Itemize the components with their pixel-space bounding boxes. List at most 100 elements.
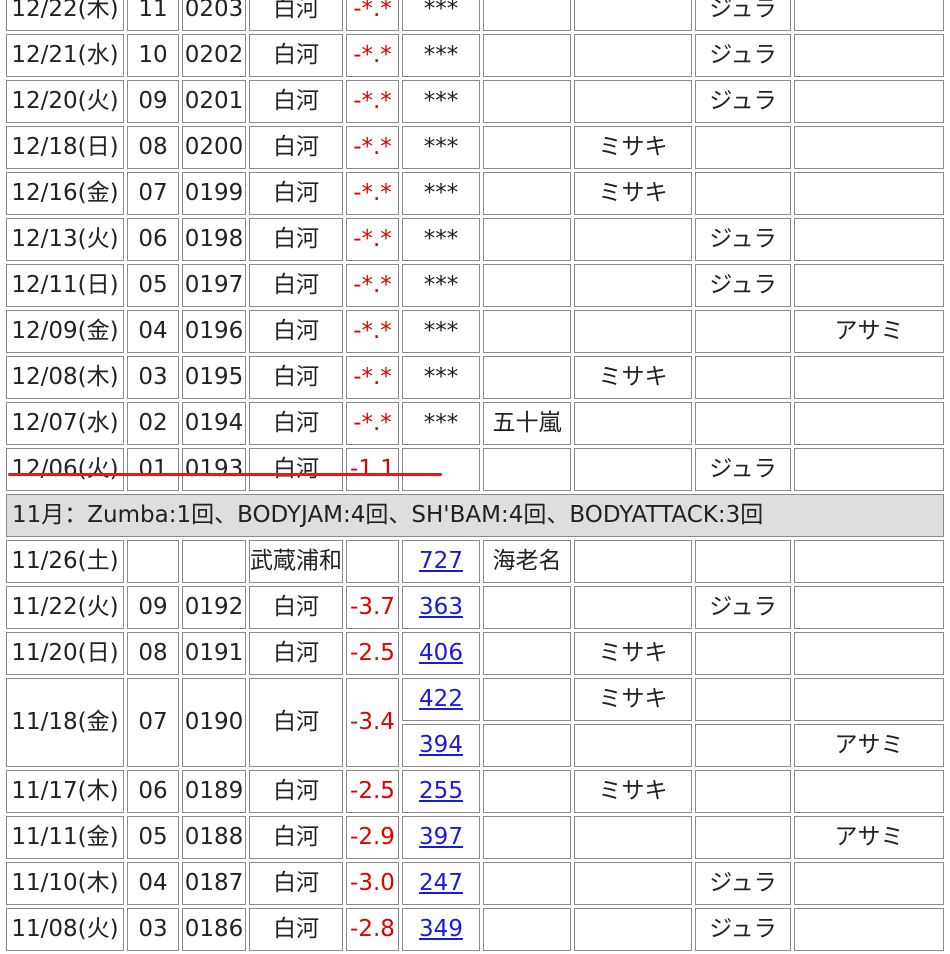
post-number-link[interactable]: 406 <box>419 640 463 666</box>
instructor-cell: アサミ <box>794 310 944 353</box>
lesson-count-cell: 06 <box>127 218 179 261</box>
instructor-cell <box>794 540 944 583</box>
instructor-cell <box>794 908 944 951</box>
location-cell: 白河 <box>249 310 343 353</box>
post-number-link[interactable]: 422 <box>419 686 463 712</box>
score-cell: -*.* <box>346 172 399 215</box>
post-link-cell[interactable]: 363 <box>402 586 480 629</box>
date-cell: 12/11(日) <box>6 264 124 307</box>
instructor-cell <box>574 310 692 353</box>
location-cell: 白河 <box>249 126 343 169</box>
lesson-count-cell: 02 <box>127 402 179 445</box>
date-cell: 12/13(火) <box>6 218 124 261</box>
score-cell: -*.* <box>346 310 399 353</box>
table-row: 12/22(木) 11 0203 白河 -*.* *** ジュラ <box>6 0 944 31</box>
score-cell: -*.* <box>346 80 399 123</box>
instructor-cell <box>695 770 791 813</box>
lesson-count-cell: 03 <box>127 356 179 399</box>
date-cell: 12/21(水) <box>6 34 124 77</box>
instructor-cell <box>483 126 571 169</box>
instructor-cell <box>483 678 571 721</box>
instructor-cell: 海老名 <box>483 540 571 583</box>
instructor-cell <box>794 402 944 445</box>
score-cell: -2.5 <box>346 770 399 813</box>
date-cell: 11/20(日) <box>6 632 124 675</box>
lesson-id-cell: 0187 <box>182 862 246 905</box>
instructor-cell <box>794 862 944 905</box>
instructor-cell: ミサキ <box>574 172 692 215</box>
instructor-cell <box>695 310 791 353</box>
score-cell: -*.* <box>346 126 399 169</box>
post-number-link[interactable]: 397 <box>419 824 463 850</box>
instructor-cell <box>483 172 571 215</box>
location-cell: 白河 <box>249 678 343 767</box>
instructor-cell: ジュラ <box>695 862 791 905</box>
table-row: 12/16(金) 07 0199 白河 -*.* *** ミサキ <box>6 172 944 215</box>
lesson-count-cell: 05 <box>127 816 179 859</box>
instructor-cell <box>695 540 791 583</box>
post-number-link[interactable]: 247 <box>419 870 463 896</box>
lesson-id-cell: 0194 <box>182 402 246 445</box>
stars-cell: *** <box>402 310 480 353</box>
location-cell: 白河 <box>249 862 343 905</box>
date-cell: 12/16(金) <box>6 172 124 215</box>
lesson-count-cell: 04 <box>127 310 179 353</box>
instructor-cell <box>483 770 571 813</box>
attendance-table: 12/22(木) 11 0203 白河 -*.* *** ジュラ 12/21(水… <box>3 0 947 954</box>
post-link-cell[interactable]: 422 <box>402 678 480 721</box>
location-cell: 白河 <box>249 402 343 445</box>
post-number-link[interactable]: 349 <box>419 916 463 942</box>
post-link-cell[interactable]: 255 <box>402 770 480 813</box>
date-cell: 11/10(木) <box>6 862 124 905</box>
date-cell: 12/07(水) <box>6 402 124 445</box>
post-link-cell[interactable]: 727 <box>402 540 480 583</box>
lesson-id-cell: 0197 <box>182 264 246 307</box>
instructor-cell <box>574 908 692 951</box>
stars-cell: *** <box>402 126 480 169</box>
post-number-link[interactable]: 255 <box>419 778 463 804</box>
post-number-link[interactable]: 394 <box>419 732 463 758</box>
post-number-link[interactable]: 363 <box>419 594 463 620</box>
instructor-cell <box>794 172 944 215</box>
instructor-cell <box>483 632 571 675</box>
instructor-cell <box>794 34 944 77</box>
date-cell: 12/18(日) <box>6 126 124 169</box>
month-summary-row: 11月：Zumba:1回、BODYJAM:4回、SH'BAM:4回、BODYAT… <box>6 494 944 537</box>
score-cell: -1.1 <box>346 448 399 491</box>
instructor-cell <box>574 402 692 445</box>
date-cell: 12/06(火) <box>6 448 124 491</box>
post-link-cell[interactable]: 394 <box>402 724 480 767</box>
instructor-cell <box>794 356 944 399</box>
table-row: 11/08(火) 03 0186 白河 -2.8 349 ジュラ <box>6 908 944 951</box>
lesson-id-cell: 0195 <box>182 356 246 399</box>
table-row: 11/10(木) 04 0187 白河 -3.0 247 ジュラ <box>6 862 944 905</box>
score-cell: -3.0 <box>346 862 399 905</box>
stars-cell: *** <box>402 80 480 123</box>
instructor-cell <box>483 908 571 951</box>
instructor-cell <box>695 632 791 675</box>
post-link-cell[interactable]: 406 <box>402 632 480 675</box>
location-cell: 白河 <box>249 816 343 859</box>
lesson-count-cell: 08 <box>127 126 179 169</box>
table-row: 12/09(金) 04 0196 白河 -*.* *** アサミ <box>6 310 944 353</box>
instructor-cell <box>794 678 944 721</box>
date-cell: 12/09(金) <box>6 310 124 353</box>
instructor-cell: ジュラ <box>695 448 791 491</box>
lesson-id-cell: 0188 <box>182 816 246 859</box>
score-cell: -2.9 <box>346 816 399 859</box>
post-link-cell[interactable]: 349 <box>402 908 480 951</box>
instructor-cell: ミサキ <box>574 126 692 169</box>
lesson-count-cell: 05 <box>127 264 179 307</box>
post-link-cell[interactable]: 247 <box>402 862 480 905</box>
lesson-id-cell: 0200 <box>182 126 246 169</box>
lesson-count-cell <box>127 540 179 583</box>
lesson-count-cell: 11 <box>127 0 179 31</box>
date-cell: 12/20(火) <box>6 80 124 123</box>
instructor-cell <box>483 724 571 767</box>
instructor-cell <box>483 586 571 629</box>
post-link-cell[interactable]: 397 <box>402 816 480 859</box>
instructor-cell <box>483 80 571 123</box>
post-number-link[interactable]: 727 <box>419 548 463 574</box>
instructor-cell <box>574 448 692 491</box>
lesson-count-cell: 06 <box>127 770 179 813</box>
